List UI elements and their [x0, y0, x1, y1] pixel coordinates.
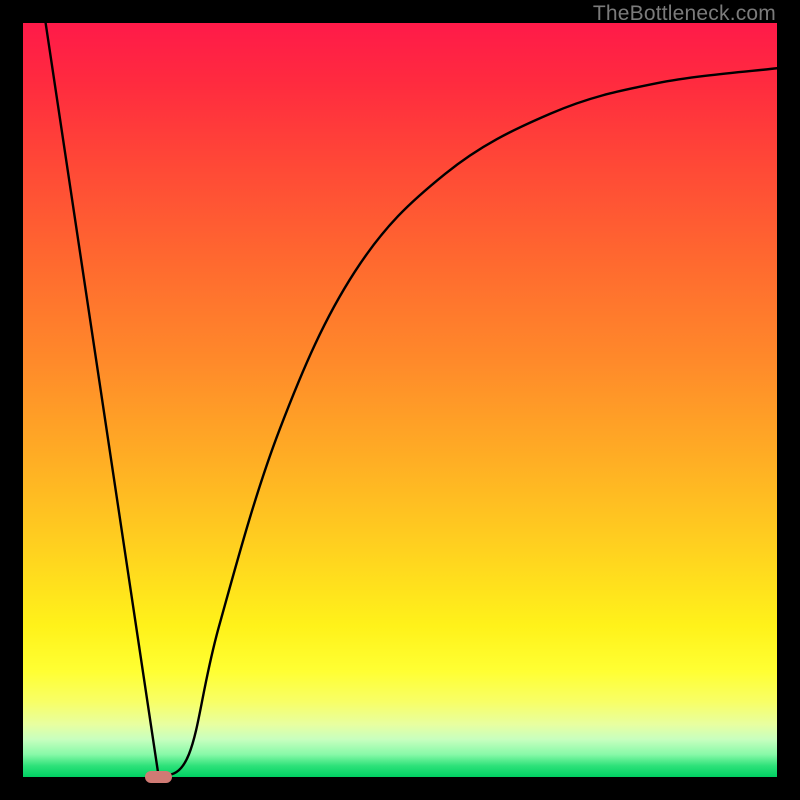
chart-frame: TheBottleneck.com [0, 0, 800, 800]
minimum-marker [145, 771, 172, 783]
bottleneck-curve [23, 23, 777, 777]
plot-area [23, 23, 777, 777]
watermark-text: TheBottleneck.com [593, 2, 776, 26]
